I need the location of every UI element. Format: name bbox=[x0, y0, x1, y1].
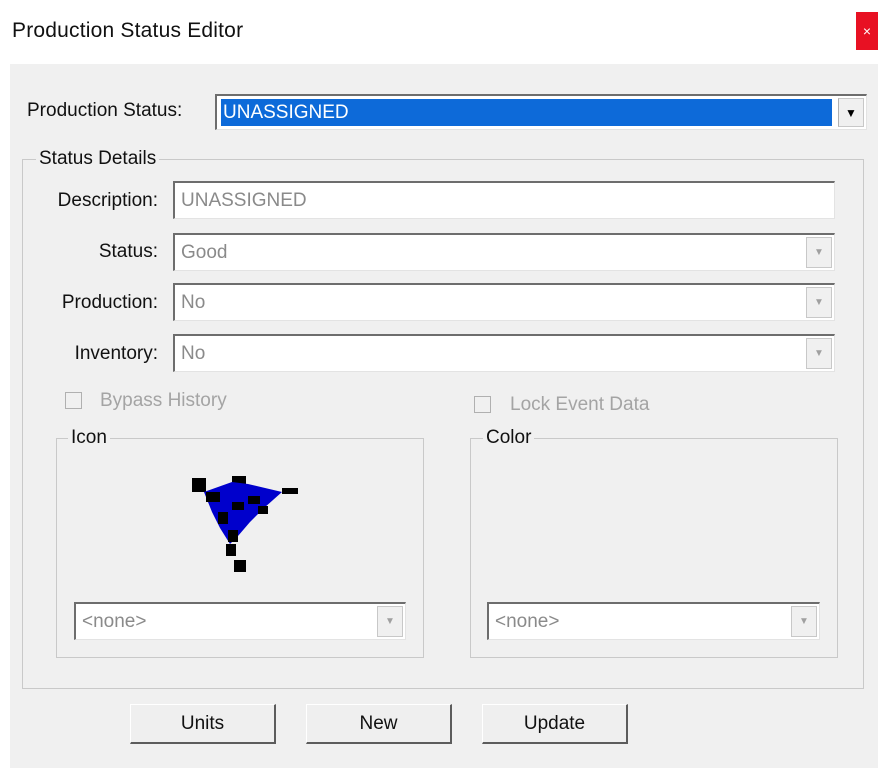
production-label: Production: bbox=[61, 292, 158, 313]
status-select[interactable]: Good ▼ bbox=[173, 233, 835, 271]
production-status-label: Production Status: bbox=[27, 100, 183, 121]
production-dropdown-button[interactable]: ▼ bbox=[806, 287, 832, 318]
chevron-down-icon: ▼ bbox=[799, 616, 809, 627]
icon-group-label: Icon bbox=[68, 427, 110, 449]
status-label: Status: bbox=[98, 241, 158, 262]
status-value: Good bbox=[181, 241, 228, 263]
icon-select[interactable]: <none> ▼ bbox=[74, 602, 406, 640]
color-dropdown-button[interactable]: ▼ bbox=[791, 606, 817, 637]
chevron-down-icon: ▼ bbox=[385, 616, 395, 627]
status-details-label: Status Details bbox=[36, 148, 160, 170]
production-select[interactable]: No ▼ bbox=[173, 283, 835, 321]
inventory-select[interactable]: No ▼ bbox=[173, 334, 835, 372]
inventory-dropdown-button[interactable]: ▼ bbox=[806, 338, 832, 369]
title-bar: Production Status Editor × bbox=[0, 0, 878, 64]
color-group-label: Color bbox=[483, 427, 535, 449]
flag-icon bbox=[192, 472, 302, 572]
dialog-body: Production Status: UNASSIGNED ▼ Status D… bbox=[10, 64, 878, 768]
lock-event-data-label: Lock Event Data bbox=[510, 394, 650, 415]
inventory-label: Inventory: bbox=[74, 343, 158, 364]
close-button[interactable]: × bbox=[856, 12, 878, 50]
update-button[interactable]: Update bbox=[482, 704, 628, 744]
status-dropdown-button[interactable]: ▼ bbox=[806, 237, 832, 268]
close-icon: × bbox=[862, 23, 872, 39]
units-button[interactable]: Units bbox=[130, 704, 276, 744]
chevron-down-icon: ▼ bbox=[814, 348, 824, 359]
chevron-down-icon: ▼ bbox=[814, 297, 824, 308]
description-field[interactable]: UNASSIGNED bbox=[173, 181, 835, 219]
new-button[interactable]: New bbox=[306, 704, 452, 744]
inventory-value: No bbox=[181, 342, 206, 364]
production-status-select[interactable]: UNASSIGNED ▼ bbox=[215, 94, 867, 130]
production-value: No bbox=[181, 291, 206, 313]
lock-event-data-checkbox[interactable] bbox=[474, 396, 491, 413]
color-select[interactable]: <none> ▼ bbox=[487, 602, 820, 640]
bypass-history-label: Bypass History bbox=[100, 390, 227, 411]
icon-dropdown-button[interactable]: ▼ bbox=[377, 606, 403, 637]
chevron-down-icon: ▼ bbox=[814, 247, 824, 258]
production-status-selected-value: UNASSIGNED bbox=[221, 99, 832, 126]
description-label: Description: bbox=[57, 190, 158, 211]
description-value: UNASSIGNED bbox=[181, 189, 307, 211]
window-title: Production Status Editor bbox=[12, 19, 244, 42]
chevron-down-icon: ▼ bbox=[845, 105, 857, 120]
icon-select-value: <none> bbox=[82, 610, 147, 632]
color-select-value: <none> bbox=[495, 610, 560, 632]
bypass-history-checkbox[interactable] bbox=[65, 392, 82, 409]
production-status-dropdown-button[interactable]: ▼ bbox=[838, 98, 864, 127]
